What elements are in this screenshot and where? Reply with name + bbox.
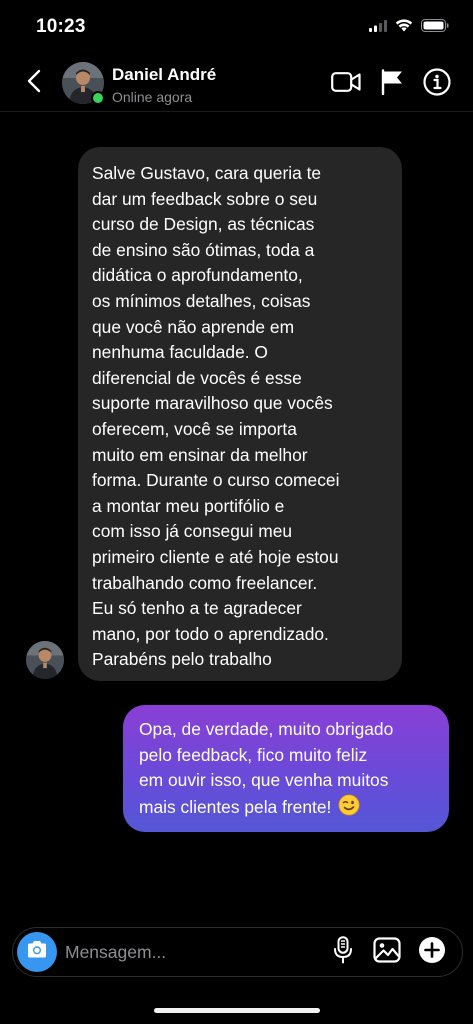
back-button[interactable] — [20, 68, 48, 98]
message-composer — [12, 927, 463, 977]
video-call-button[interactable] — [330, 68, 362, 100]
camera-button[interactable] — [17, 932, 57, 972]
back-chevron-icon — [27, 69, 41, 98]
status-bar: 10:23 — [0, 0, 473, 56]
gallery-icon — [373, 936, 401, 968]
microphone-icon — [333, 935, 353, 969]
outgoing-message-bubble[interactable]: Opa, de verdade, muito obrigado pelo fee… — [123, 705, 449, 832]
gallery-button[interactable] — [372, 936, 402, 968]
contact-name[interactable]: Daniel André — [112, 65, 216, 85]
battery-icon — [421, 19, 449, 37]
contact-avatar-wrap[interactable] — [62, 62, 105, 105]
status-time: 10:23 — [36, 16, 86, 37]
add-icon — [418, 936, 446, 969]
video-camera-icon — [331, 71, 361, 98]
info-button[interactable] — [421, 67, 453, 101]
info-icon — [423, 67, 451, 101]
message-input[interactable] — [65, 928, 315, 976]
message-text: Opa, de verdade, muito obrigado pelo fee… — [139, 717, 439, 823]
cellular-signal-icon — [369, 19, 387, 37]
camera-icon — [26, 940, 48, 964]
sender-avatar[interactable] — [26, 641, 64, 679]
message-text: Salve Gustavo, cara queria te dar um fee… — [92, 163, 340, 670]
report-button[interactable] — [376, 68, 408, 100]
status-icons — [369, 19, 449, 37]
contact-status: Online agora — [112, 89, 193, 105]
chat-header: Daniel André Online agora — [0, 56, 473, 112]
wifi-icon — [395, 19, 413, 37]
home-indicator[interactable] — [154, 1008, 320, 1013]
flag-icon — [380, 68, 404, 100]
message-thread[interactable]: Salve Gustavo, cara queria te dar um fee… — [0, 113, 473, 923]
more-options-button[interactable] — [417, 936, 447, 969]
incoming-message-bubble[interactable]: Salve Gustavo, cara queria te dar um fee… — [78, 147, 402, 681]
voice-message-button[interactable] — [328, 935, 358, 969]
online-indicator — [91, 91, 105, 105]
winking-face-icon — [338, 794, 360, 824]
